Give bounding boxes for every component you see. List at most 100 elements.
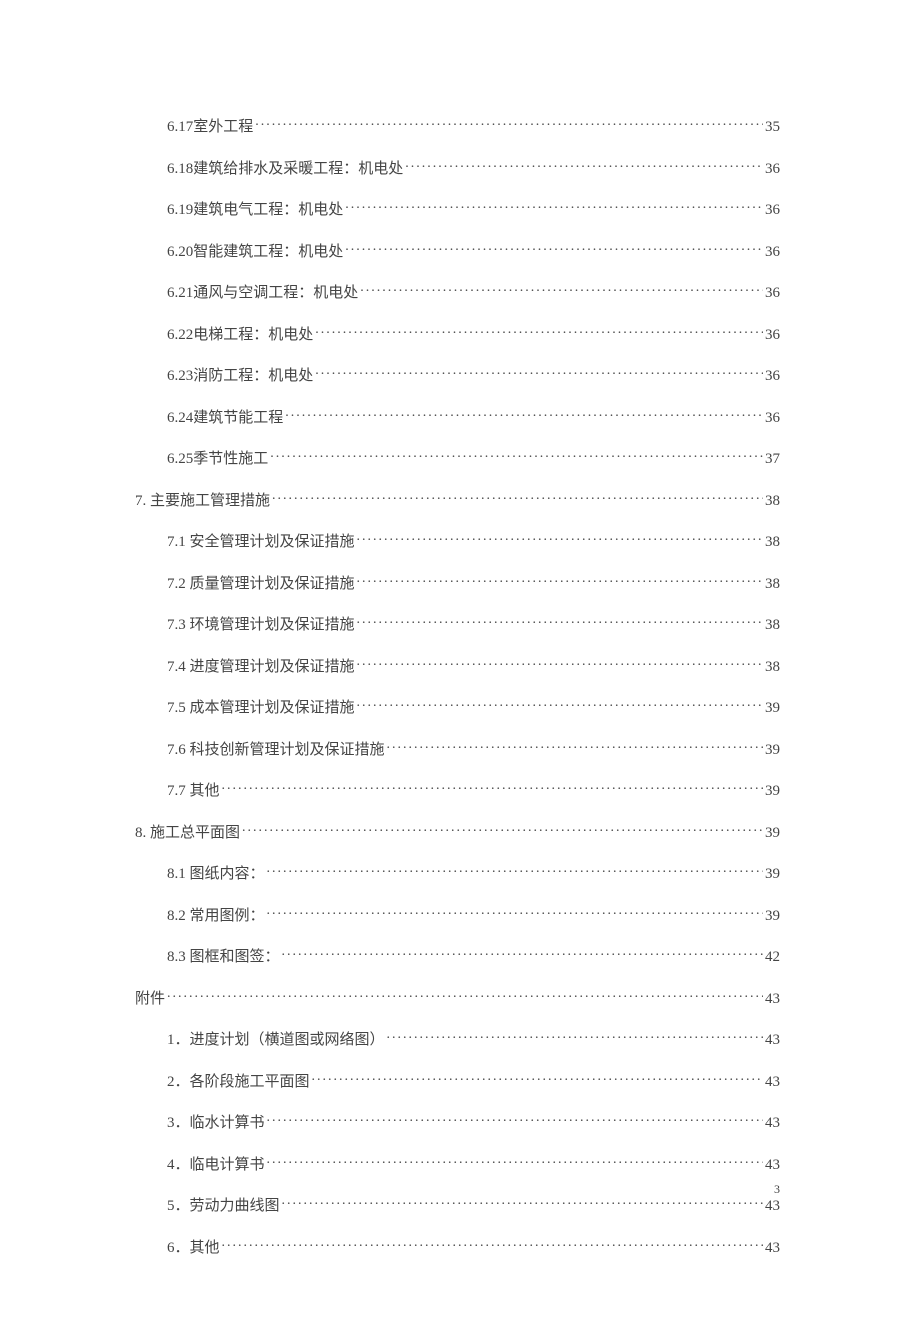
toc-entry-label: 8. 施工总平面图 xyxy=(135,821,240,842)
toc-entry-label: 6．其他 xyxy=(167,1236,220,1257)
toc-entry-page: 38 xyxy=(765,493,780,510)
toc-entry-page: 36 xyxy=(765,285,780,302)
toc-entry-page: 39 xyxy=(765,700,780,717)
toc-leader-dots xyxy=(360,282,763,297)
toc-entry[interactable]: 6.24建筑节能工程36 xyxy=(167,406,780,427)
toc-entry-page: 39 xyxy=(765,825,780,842)
toc-entry-page: 36 xyxy=(765,368,780,385)
toc-entry-page: 38 xyxy=(765,534,780,551)
toc-entry[interactable]: 2．各阶段施工平面图 43 xyxy=(167,1070,780,1091)
toc-leader-dots xyxy=(312,1071,763,1086)
toc-leader-dots xyxy=(222,1237,763,1252)
toc-entry[interactable]: 6.18建筑给排水及采暖工程：机电处36 xyxy=(167,157,780,178)
toc-entry-page: 39 xyxy=(765,866,780,883)
toc-entry-label: 6.17室外工程 xyxy=(167,115,253,136)
toc-entry-label: 4．临电计算书 xyxy=(167,1153,265,1174)
toc-entry[interactable]: 8.2 常用图例： 39 xyxy=(167,904,780,925)
toc-entry[interactable]: 6．其他 43 xyxy=(167,1236,780,1257)
toc-entry-label: 7.4 进度管理计划及保证措施 xyxy=(167,655,355,676)
toc-entry-page: 42 xyxy=(765,949,780,966)
toc-entry[interactable]: 1．进度计划（横道图或网络图）43 xyxy=(167,1028,780,1049)
toc-entry[interactable]: 4．临电计算书 43 xyxy=(167,1153,780,1174)
toc-leader-dots xyxy=(282,946,763,961)
toc-entry-label: 7.6 科技创新管理计划及保证措施 xyxy=(167,738,385,759)
toc-page: 6.17室外工程 35 6.18建筑给排水及采暖工程：机电处36 6.19建筑电气工程… xyxy=(0,0,920,1337)
page-number: 3 xyxy=(774,1182,780,1197)
toc-entry-page: 36 xyxy=(765,202,780,219)
toc-entry[interactable]: 6.25季节性施工 37 xyxy=(167,447,780,468)
toc-entry-page: 43 xyxy=(765,1157,780,1174)
toc-entry-label: 7.3 环境管理计划及保证措施 xyxy=(167,613,355,634)
toc-leader-dots xyxy=(357,697,763,712)
toc-entry-page: 43 xyxy=(765,1198,780,1215)
toc-entry[interactable]: 7.1 安全管理计划及保证措施38 xyxy=(167,530,780,551)
toc-entry-page: 43 xyxy=(765,991,780,1008)
toc-entry-page: 36 xyxy=(765,161,780,178)
toc-entry[interactable]: 5．劳动力曲线图43 xyxy=(167,1194,780,1215)
toc-entry-label: 6.23消防工程：机电处 xyxy=(167,364,313,385)
toc-leader-dots xyxy=(282,1195,763,1210)
toc-leader-dots xyxy=(357,573,763,588)
toc-entry-label: 8.3 图框和图签： xyxy=(167,945,280,966)
toc-entry[interactable]: 7.3 环境管理计划及保证措施 38 xyxy=(167,613,780,634)
toc-entry-page: 43 xyxy=(765,1240,780,1257)
toc-entry-label: 7. 主要施工管理措施 xyxy=(135,489,270,510)
toc-leader-dots xyxy=(255,116,763,131)
toc-entry[interactable]: 6.21通风与空调工程：机电处 36 xyxy=(167,281,780,302)
toc-leader-dots xyxy=(357,614,763,629)
toc-entry[interactable]: 7.7 其他 39 xyxy=(167,779,780,800)
toc-entry[interactable]: 7.6 科技创新管理计划及保证措施 39 xyxy=(167,738,780,759)
toc-entry-page: 43 xyxy=(765,1074,780,1091)
toc-entry-page: 43 xyxy=(765,1032,780,1049)
toc-entry[interactable]: 6.23消防工程：机电处 36 xyxy=(167,364,780,385)
toc-leader-dots xyxy=(267,863,763,878)
toc-leader-dots xyxy=(315,365,763,380)
toc-entry[interactable]: 6.19建筑电气工程：机电处 36 xyxy=(167,198,780,219)
toc-entry[interactable]: 7.2 质量管理计划及保证措施 38 xyxy=(167,572,780,593)
toc-entry-page: 38 xyxy=(765,659,780,676)
toc-entry-page: 35 xyxy=(765,119,780,136)
toc-entry-page: 43 xyxy=(765,1115,780,1132)
toc-entry-label: 7.7 其他 xyxy=(167,779,220,800)
toc-entry-label: 2．各阶段施工平面图 xyxy=(167,1070,310,1091)
toc-entry-label: 6.19建筑电气工程：机电处 xyxy=(167,198,343,219)
toc-entry[interactable]: 8.3 图框和图签： 42 xyxy=(167,945,780,966)
toc-leader-dots xyxy=(387,1029,763,1044)
toc-entry-label: 7.2 质量管理计划及保证措施 xyxy=(167,572,355,593)
toc-entry-label: 6.22电梯工程：机电处 xyxy=(167,323,313,344)
toc-leader-dots xyxy=(387,739,763,754)
toc-leader-dots xyxy=(315,324,763,339)
toc-leader-dots xyxy=(267,1154,763,1169)
toc-entry[interactable]: 7.4 进度管理计划及保证措施 38 xyxy=(167,655,780,676)
toc-entry[interactable]: 7. 主要施工管理措施 38 xyxy=(135,489,780,510)
toc-entry[interactable]: 3．临水计算书43 xyxy=(167,1111,780,1132)
toc-entry[interactable]: 附件 43 xyxy=(135,987,780,1008)
toc-entry-label: 附件 xyxy=(135,987,165,1008)
toc-entry[interactable]: 6.17室外工程 35 xyxy=(167,115,780,136)
toc-entry[interactable]: 8. 施工总平面图 39 xyxy=(135,821,780,842)
toc-entry[interactable]: 6.20智能建筑工程：机电处36 xyxy=(167,240,780,261)
toc-entry-label: 8.2 常用图例： xyxy=(167,904,265,925)
toc-entry-label: 6.21通风与空调工程：机电处 xyxy=(167,281,358,302)
toc-entry-label: 6.25季节性施工 xyxy=(167,447,268,468)
toc-entry-label: 6.20智能建筑工程：机电处 xyxy=(167,240,343,261)
toc-list: 6.17室外工程 35 6.18建筑给排水及采暖工程：机电处36 6.19建筑电气工程… xyxy=(135,115,780,1257)
toc-entry-page: 37 xyxy=(765,451,780,468)
toc-leader-dots xyxy=(167,988,763,1003)
toc-leader-dots xyxy=(345,199,763,214)
toc-entry-page: 39 xyxy=(765,783,780,800)
toc-entry-page: 39 xyxy=(765,908,780,925)
toc-leader-dots xyxy=(405,158,763,173)
toc-entry-label: 7.5 成本管理计划及保证措施 xyxy=(167,696,355,717)
toc-entry-page: 38 xyxy=(765,617,780,634)
toc-entry-page: 38 xyxy=(765,576,780,593)
toc-entry[interactable]: 6.22电梯工程：机电处 36 xyxy=(167,323,780,344)
toc-entry[interactable]: 7.5 成本管理计划及保证措施 39 xyxy=(167,696,780,717)
toc-leader-dots xyxy=(270,448,763,463)
toc-entry[interactable]: 8.1 图纸内容：39 xyxy=(167,862,780,883)
toc-leader-dots xyxy=(222,780,763,795)
toc-entry-page: 39 xyxy=(765,742,780,759)
toc-entry-page: 36 xyxy=(765,327,780,344)
toc-entry-label: 6.24建筑节能工程 xyxy=(167,406,283,427)
toc-leader-dots xyxy=(267,1112,763,1127)
